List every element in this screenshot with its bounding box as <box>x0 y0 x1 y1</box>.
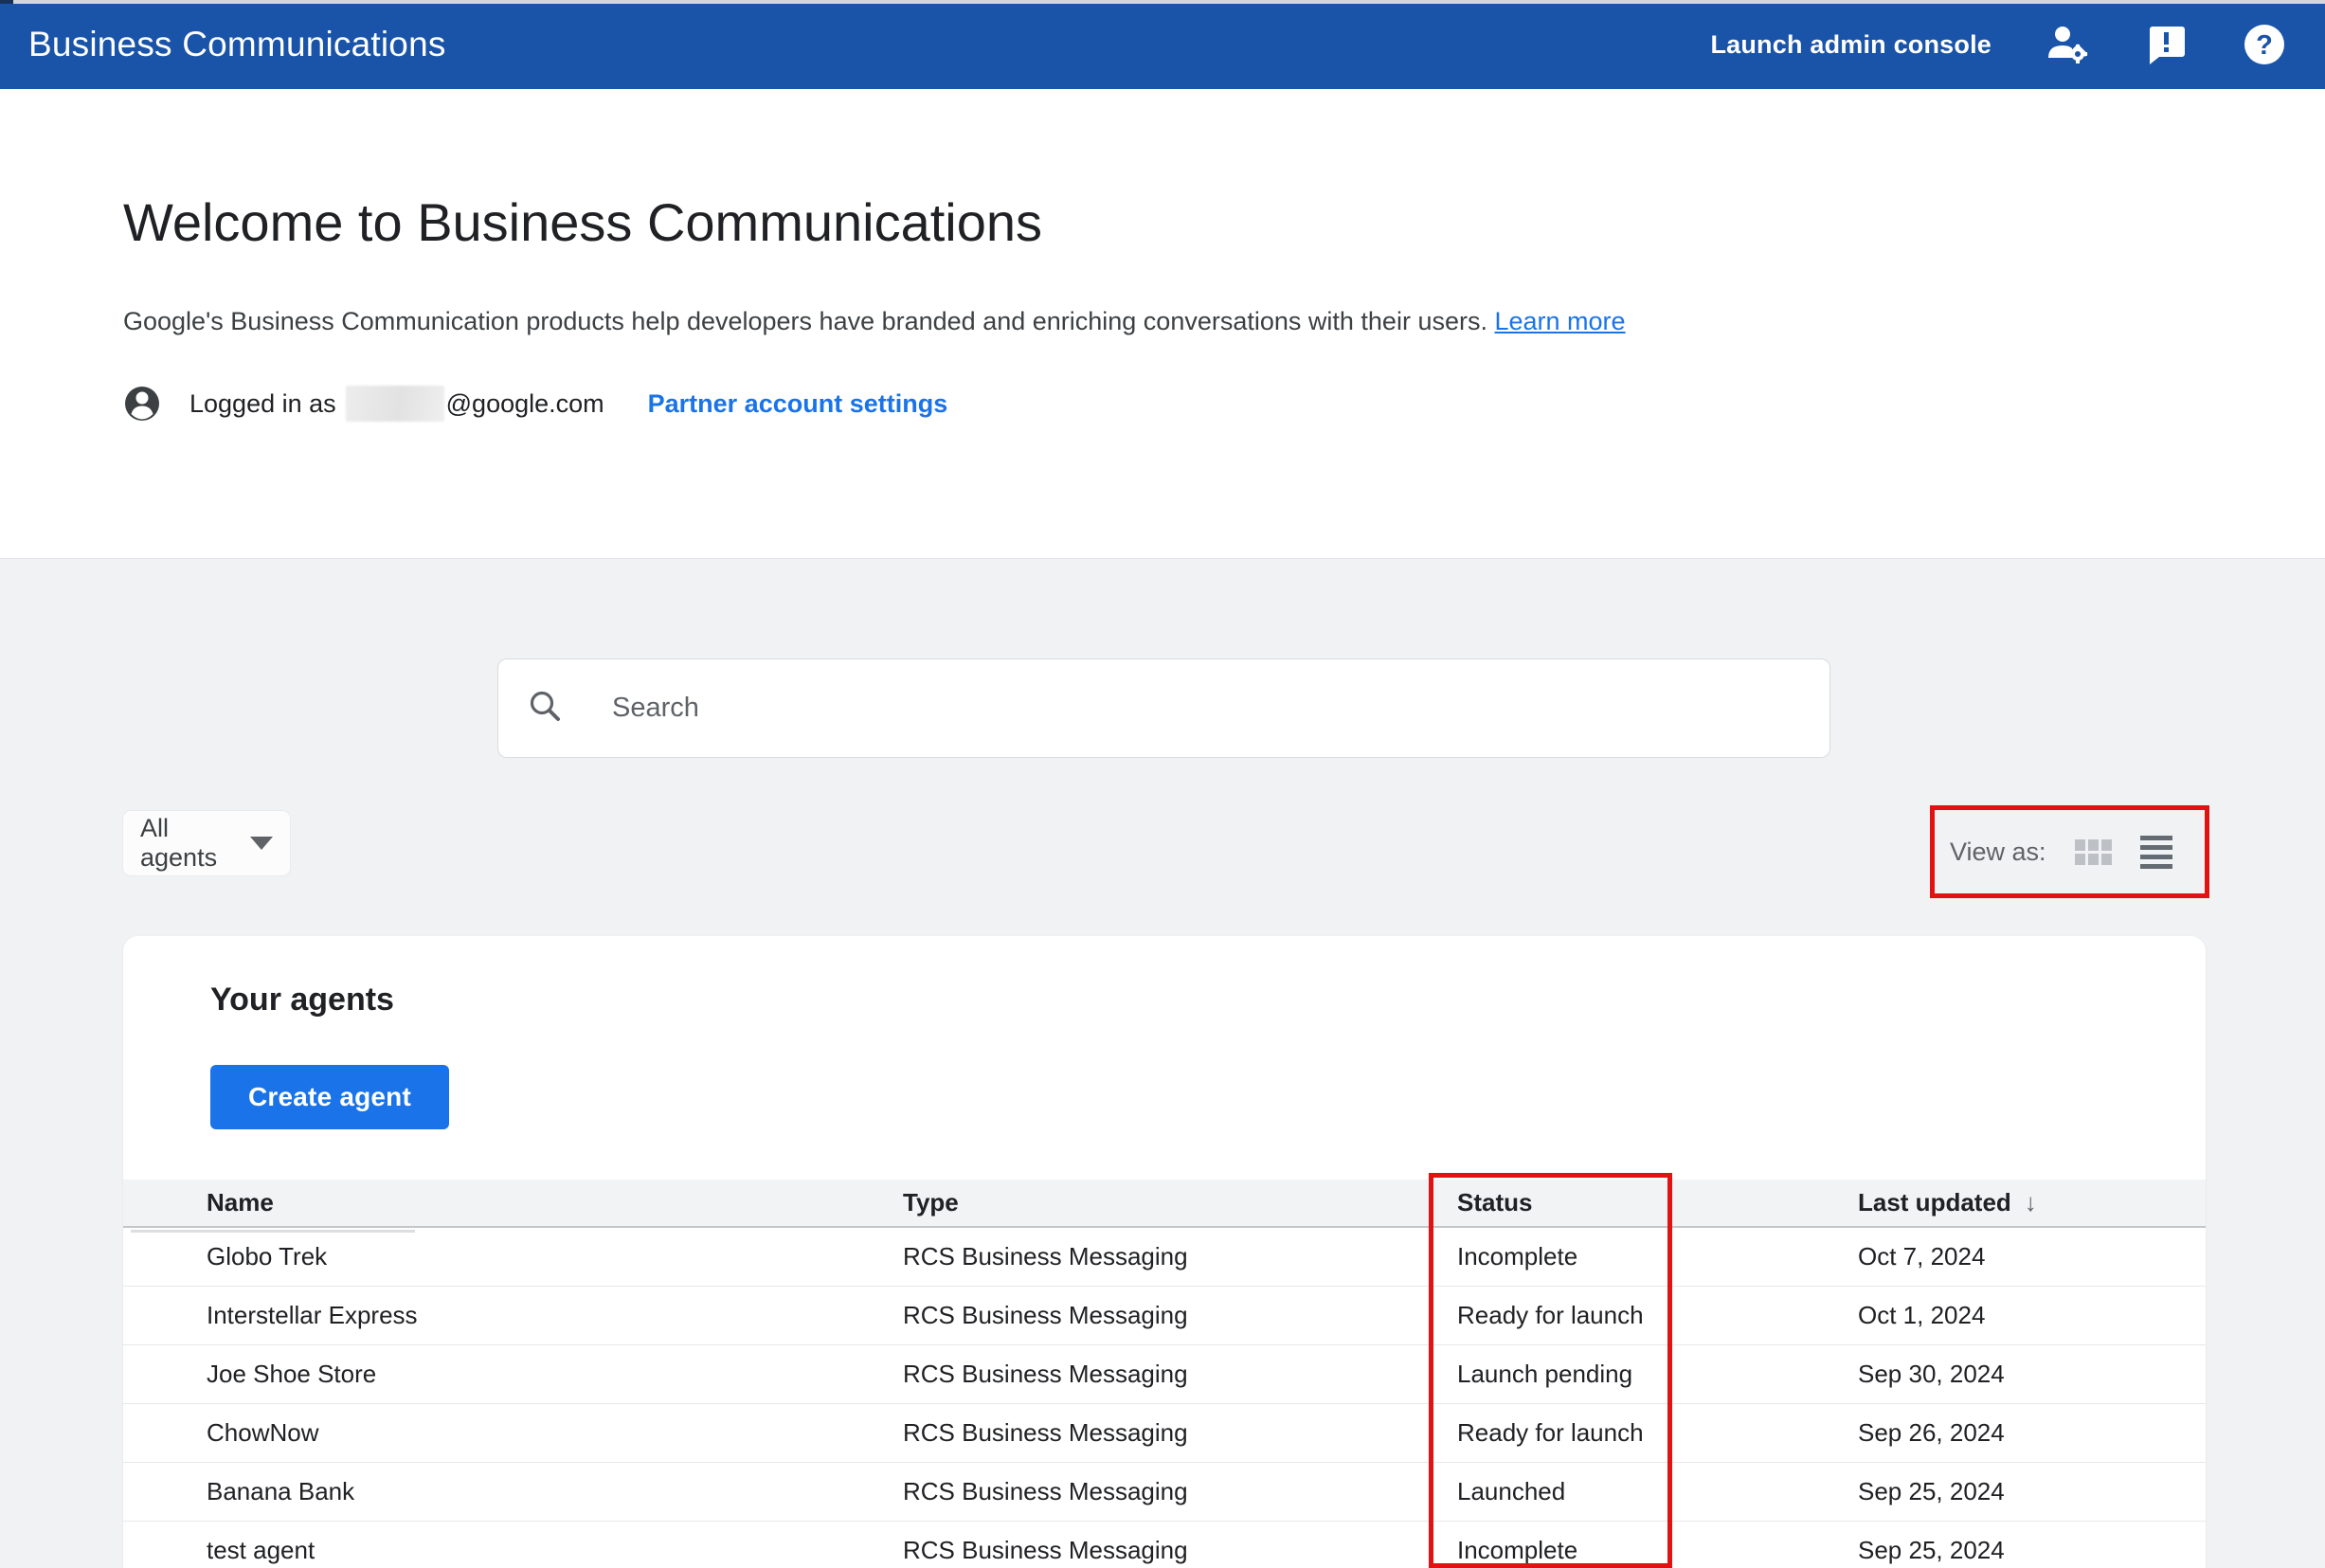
app-header: Business Communications Launch admin con… <box>0 0 2325 89</box>
view-as-label: View as: <box>1950 837 2046 866</box>
account-avatar-icon <box>123 385 161 423</box>
redaction-artifact <box>131 1230 415 1233</box>
agent-type: RCS Business Messaging <box>903 1360 1188 1388</box>
table-row[interactable]: Joe Shoe Store RCS Business Messaging La… <box>123 1345 2206 1404</box>
column-header-type[interactable]: Type <box>903 1188 1457 1217</box>
app-title: Business Communications <box>28 25 446 63</box>
help-icon[interactable]: ? <box>2242 22 2287 67</box>
agent-status: Incomplete <box>1457 1536 1578 1564</box>
search-icon <box>527 688 563 729</box>
welcome-section: Welcome to Business Communications Googl… <box>0 89 2325 558</box>
launch-admin-console-link[interactable]: Launch admin console <box>1710 30 1992 60</box>
list-view-icon[interactable] <box>2139 835 2172 869</box>
agent-type: RCS Business Messaging <box>903 1242 1188 1271</box>
agent-last-updated: Sep 30, 2024 <box>1858 1360 2005 1388</box>
browser-edge-corner-artifact <box>0 0 13 4</box>
agents-table: Name Type Status Last updated ↓ Globo Tre… <box>123 1180 2206 1568</box>
agent-last-updated: Sep 25, 2024 <box>1858 1477 2005 1505</box>
agent-type: RCS Business Messaging <box>903 1418 1188 1447</box>
search-input[interactable] <box>612 693 1801 724</box>
agent-name[interactable]: test agent <box>123 1536 903 1565</box>
column-header-last-updated[interactable]: Last updated ↓ <box>1858 1188 2206 1217</box>
agent-status: Incomplete <box>1457 1242 1578 1271</box>
agent-last-updated: Oct 7, 2024 <box>1858 1242 1986 1271</box>
agent-status: Ready for launch <box>1457 1418 1644 1447</box>
column-header-status[interactable]: Status <box>1457 1188 1858 1217</box>
create-agent-button[interactable]: Create agent <box>210 1065 449 1129</box>
table-row[interactable]: Banana Bank RCS Business Messaging Launc… <box>123 1463 2206 1522</box>
partner-account-settings-link[interactable]: Partner account settings <box>648 389 948 419</box>
view-as-highlight: View as: <box>1930 805 2209 898</box>
agent-last-updated: Sep 25, 2024 <box>1858 1536 2005 1564</box>
agent-status: Launch pending <box>1457 1360 1633 1388</box>
chevron-down-icon <box>250 837 273 850</box>
svg-text:?: ? <box>2256 30 2273 61</box>
page-title: Welcome to Business Communications <box>123 192 1043 252</box>
search-box[interactable] <box>497 658 1830 758</box>
agent-last-updated: Sep 26, 2024 <box>1858 1418 2005 1447</box>
your-agents-card: Your agents Create agent Name Type Statu… <box>123 936 2206 1568</box>
manage-accounts-icon[interactable] <box>2045 22 2090 67</box>
agent-name[interactable]: Globo Trek <box>123 1242 903 1271</box>
feedback-icon[interactable] <box>2143 22 2189 67</box>
agent-status: Launched <box>1457 1477 1566 1505</box>
browser-edge-artifact <box>0 0 2325 4</box>
arrow-down-icon: ↓ <box>2024 1188 2037 1217</box>
logged-in-text: Logged in as <box>189 388 336 418</box>
agent-name[interactable]: Joe Shoe Store <box>123 1360 903 1389</box>
agent-last-updated: Oct 1, 2024 <box>1858 1301 1986 1329</box>
email-domain: @google.com <box>445 388 604 418</box>
table-body: Globo Trek RCS Business Messaging Incomp… <box>123 1228 2206 1568</box>
table-row[interactable]: test agent RCS Business Messaging Incomp… <box>123 1522 2206 1568</box>
agent-type: RCS Business Messaging <box>903 1536 1188 1564</box>
table-row[interactable]: Interstellar Express RCS Business Messag… <box>123 1287 2206 1345</box>
table-row[interactable]: Globo Trek RCS Business Messaging Incomp… <box>123 1228 2206 1287</box>
table-row[interactable]: ChowNow RCS Business Messaging Ready for… <box>123 1404 2206 1463</box>
redacted-email-username <box>345 386 444 422</box>
column-header-name[interactable]: Name <box>123 1188 903 1217</box>
agent-type: RCS Business Messaging <box>903 1477 1188 1505</box>
agent-type: RCS Business Messaging <box>903 1301 1188 1329</box>
table-header-row: Name Type Status Last updated ↓ <box>123 1180 2206 1228</box>
agent-name[interactable]: ChowNow <box>123 1418 903 1448</box>
page-description: Google's Business Communication products… <box>123 307 1626 335</box>
agents-filter-label: All agents <box>140 814 218 872</box>
header-actions: Launch admin console ? <box>1710 22 2287 67</box>
agent-status: Ready for launch <box>1457 1301 1644 1329</box>
learn-more-link[interactable]: Learn more <box>1494 307 1625 335</box>
your-agents-title: Your agents <box>210 982 394 1018</box>
agent-name[interactable]: Interstellar Express <box>123 1301 903 1330</box>
agent-name[interactable]: Banana Bank <box>123 1477 903 1506</box>
agents-filter-dropdown[interactable]: All agents <box>123 811 290 875</box>
grid-view-icon[interactable] <box>2074 838 2112 865</box>
logged-in-row: Logged in as @google.com Partner account… <box>123 385 947 423</box>
